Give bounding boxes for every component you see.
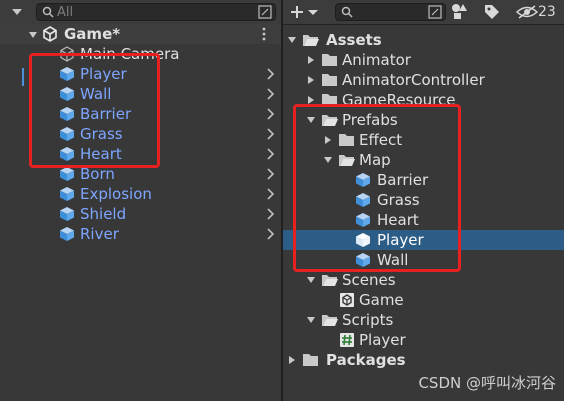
create-plus-icon[interactable] bbox=[290, 4, 324, 20]
chevron-right-icon[interactable] bbox=[265, 227, 275, 241]
scene-file-game[interactable]: Game bbox=[283, 290, 564, 310]
csharp-script-icon bbox=[340, 333, 354, 347]
collapse-arrow-icon[interactable] bbox=[287, 355, 297, 365]
search-icon bbox=[42, 6, 54, 18]
scene-file-icon bbox=[340, 293, 354, 307]
folder-icon bbox=[322, 54, 337, 66]
expand-arrow-icon[interactable] bbox=[306, 275, 316, 285]
focus-marker bbox=[22, 68, 24, 86]
prefab-cube-icon bbox=[60, 227, 74, 241]
hierarchy-item-explosion[interactable]: Explosion bbox=[0, 184, 281, 204]
folder-label: Assets bbox=[326, 31, 382, 49]
label-tag-icon[interactable] bbox=[483, 3, 500, 20]
project-search-input[interactable] bbox=[356, 4, 421, 20]
chevron-right-icon[interactable] bbox=[265, 187, 275, 201]
folder-assets[interactable]: Assets bbox=[283, 30, 564, 50]
expand-arrow-icon[interactable] bbox=[287, 35, 297, 45]
hierarchy-toolbar bbox=[0, 0, 281, 25]
chevron-right-icon[interactable] bbox=[265, 107, 275, 121]
unity-scene-icon bbox=[43, 26, 57, 42]
script-file-player[interactable]: Player bbox=[283, 330, 564, 350]
kebab-menu-icon[interactable] bbox=[261, 27, 267, 41]
search-icon bbox=[341, 6, 353, 18]
search-options-icon[interactable] bbox=[258, 5, 272, 19]
folder-open-icon bbox=[322, 315, 338, 326]
file-label: Player bbox=[359, 331, 406, 349]
chevron-right-icon[interactable] bbox=[265, 127, 275, 141]
chevron-right-icon[interactable] bbox=[265, 87, 275, 101]
prefab-cube-icon bbox=[60, 167, 74, 181]
folder-animator-controller[interactable]: AnimatorController bbox=[283, 70, 564, 90]
folder-packages[interactable]: Packages bbox=[283, 350, 564, 370]
folder-icon bbox=[322, 74, 337, 86]
watermark: CSDN @呼叫冰河谷 bbox=[418, 374, 556, 392]
expand-arrow-icon[interactable] bbox=[306, 315, 316, 325]
scene-row[interactable]: Game* bbox=[0, 24, 281, 44]
collapse-arrow-icon[interactable] bbox=[306, 75, 316, 85]
hidden-packages-eye-icon[interactable] bbox=[516, 4, 538, 20]
folder-label: AnimatorController bbox=[342, 71, 485, 89]
hierarchy-panel: Game* Main Camera Player Wall bbox=[0, 0, 281, 401]
folder-animator[interactable]: Animator bbox=[283, 50, 564, 70]
folder-label: Animator bbox=[342, 51, 411, 69]
collapse-arrow-icon[interactable] bbox=[306, 55, 316, 65]
highlight-box-hierarchy bbox=[29, 53, 160, 168]
folder-label: Scenes bbox=[342, 271, 396, 289]
folder-open-icon bbox=[322, 275, 338, 286]
project-search-field[interactable] bbox=[335, 3, 446, 21]
hierarchy-search-input[interactable] bbox=[57, 4, 251, 20]
highlight-box-project bbox=[293, 104, 461, 272]
item-label: Shield bbox=[80, 205, 127, 223]
project-panel: 23 Assets Animator AnimatorController Ga… bbox=[283, 0, 564, 401]
hierarchy-item-river[interactable]: River bbox=[0, 224, 281, 244]
scene-title: Game* bbox=[64, 25, 121, 43]
chevron-right-icon[interactable] bbox=[265, 147, 275, 161]
folder-scripts[interactable]: Scripts bbox=[283, 310, 564, 330]
project-toolbar: 23 bbox=[283, 0, 564, 25]
prefab-cube-icon bbox=[60, 207, 74, 221]
hierarchy-search-field[interactable] bbox=[36, 3, 276, 21]
expand-arrow-icon[interactable] bbox=[28, 30, 38, 40]
item-label: Explosion bbox=[80, 185, 152, 203]
chevron-right-icon[interactable] bbox=[265, 67, 275, 81]
item-label: River bbox=[80, 225, 119, 243]
folder-label: Scripts bbox=[342, 311, 394, 329]
prefab-cube-icon bbox=[60, 187, 74, 201]
folder-icon bbox=[303, 354, 318, 366]
add-dropdown-icon[interactable] bbox=[2, 8, 22, 16]
hierarchy-item-shield[interactable]: Shield bbox=[0, 204, 281, 224]
hidden-count: 23 bbox=[538, 4, 556, 20]
folder-label: Packages bbox=[326, 351, 406, 369]
folder-scenes[interactable]: Scenes bbox=[283, 270, 564, 290]
file-label: Game bbox=[359, 291, 404, 309]
filter-by-type-icon[interactable] bbox=[451, 3, 468, 20]
chevron-right-icon[interactable] bbox=[265, 167, 275, 181]
folder-open-icon bbox=[303, 35, 319, 46]
chevron-right-icon[interactable] bbox=[265, 207, 275, 221]
search-options-icon[interactable] bbox=[428, 5, 442, 19]
